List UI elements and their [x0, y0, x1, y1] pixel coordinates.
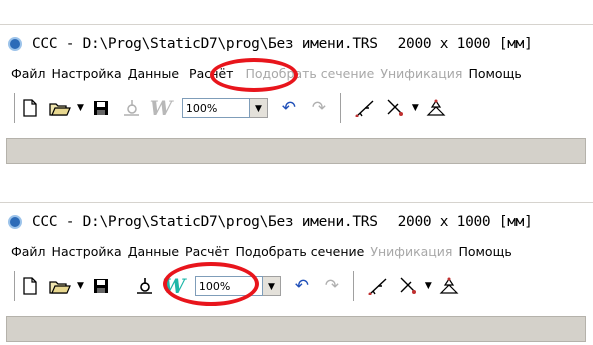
- title-bar: CCC - D:\Prog\StaticD7\prog\Без имени.TR…: [0, 30, 593, 58]
- highlight-circle-tools: [163, 262, 259, 306]
- toolbar: ▼ W 100% ▼ ↶ ↷ ▼: [0, 266, 593, 306]
- menu-item-dannye[interactable]: Данные: [125, 66, 182, 81]
- redo-icon[interactable]: ↷: [307, 96, 331, 120]
- check-tool-icon[interactable]: [119, 96, 143, 120]
- chevron-down-icon[interactable]: ▼: [77, 281, 84, 291]
- toolbar-grip[interactable]: [10, 93, 15, 123]
- chevron-down-icon[interactable]: ▼: [425, 281, 432, 291]
- check-tool-icon[interactable]: [132, 274, 156, 298]
- undo-icon[interactable]: ↶: [277, 96, 301, 120]
- toolbar-separator: [352, 271, 357, 301]
- menu-item-podobrat-sechenie[interactable]: Подобрать сечение: [232, 244, 367, 259]
- menu-item-dannye[interactable]: Данные: [125, 244, 182, 259]
- zoom-combo[interactable]: 100% ▼: [181, 98, 268, 118]
- menu-item-fail[interactable]: Файл: [8, 66, 49, 81]
- toolbar-separator: [339, 93, 344, 123]
- menu-item-pomosh[interactable]: Помощь: [465, 66, 524, 81]
- toolbar-grip[interactable]: [10, 271, 15, 301]
- screenshot-before: CCC - D:\Prog\StaticD7\prog\Без имени.TR…: [0, 0, 593, 172]
- open-folder-icon[interactable]: [48, 96, 72, 120]
- app-icon: [8, 215, 22, 229]
- cut-icon[interactable]: [396, 274, 420, 298]
- highlight-circle-menu: [210, 58, 298, 92]
- drawing-size: 2000 x 1000 [мм]: [397, 214, 533, 230]
- toolbar: ▼ W 100% ▼ ↶ ↷ ▼: [0, 88, 593, 128]
- draw-line-icon[interactable]: [353, 96, 377, 120]
- structure-icon[interactable]: [424, 96, 448, 120]
- screenshot-after: CCC - D:\Prog\StaticD7\prog\Без имени.TR…: [0, 178, 593, 345]
- save-disk-icon[interactable]: [89, 96, 113, 120]
- chevron-down-icon[interactable]: ▼: [262, 276, 281, 296]
- new-file-icon[interactable]: [18, 96, 42, 120]
- menu-item-pomosh[interactable]: Помощь: [455, 244, 514, 259]
- cut-icon[interactable]: [383, 96, 407, 120]
- w-tool-icon[interactable]: W: [149, 96, 173, 120]
- status-bar: [6, 316, 586, 342]
- window-title: CCC - D:\Prog\StaticD7\prog\Без имени.TR…: [32, 36, 378, 52]
- window-title: CCC - D:\Prog\StaticD7\prog\Без имени.TR…: [32, 214, 378, 230]
- chevron-down-icon[interactable]: ▼: [77, 103, 84, 113]
- menu-item-unifikaciya[interactable]: Унификация: [377, 66, 465, 81]
- undo-icon[interactable]: ↶: [290, 274, 314, 298]
- menu-item-nastroika[interactable]: Настройка: [49, 244, 125, 259]
- zoom-value[interactable]: 100%: [181, 98, 250, 118]
- menu-item-unifikaciya[interactable]: Унификация: [367, 244, 455, 259]
- new-file-icon[interactable]: [18, 274, 42, 298]
- open-folder-icon[interactable]: [48, 274, 72, 298]
- chevron-down-icon[interactable]: ▼: [249, 98, 268, 118]
- menu-item-nastroika[interactable]: Настройка: [49, 66, 125, 81]
- status-bar: [6, 138, 586, 164]
- menu-bar: Файл Настройка Данные Расчёт Подобрать с…: [0, 240, 593, 262]
- draw-line-icon[interactable]: [366, 274, 390, 298]
- drawing-size: 2000 x 1000 [мм]: [397, 36, 533, 52]
- app-icon: [8, 37, 22, 51]
- previous-window-edge: [0, 178, 593, 203]
- menu-item-fail[interactable]: Файл: [8, 244, 49, 259]
- redo-icon[interactable]: ↷: [320, 274, 344, 298]
- menu-item-raschyot[interactable]: Расчёт: [182, 244, 232, 259]
- previous-window-edge: [0, 0, 593, 25]
- structure-icon[interactable]: [437, 274, 461, 298]
- save-disk-icon[interactable]: [89, 274, 113, 298]
- title-bar: CCC - D:\Prog\StaticD7\prog\Без имени.TR…: [0, 208, 593, 236]
- chevron-down-icon[interactable]: ▼: [412, 103, 419, 113]
